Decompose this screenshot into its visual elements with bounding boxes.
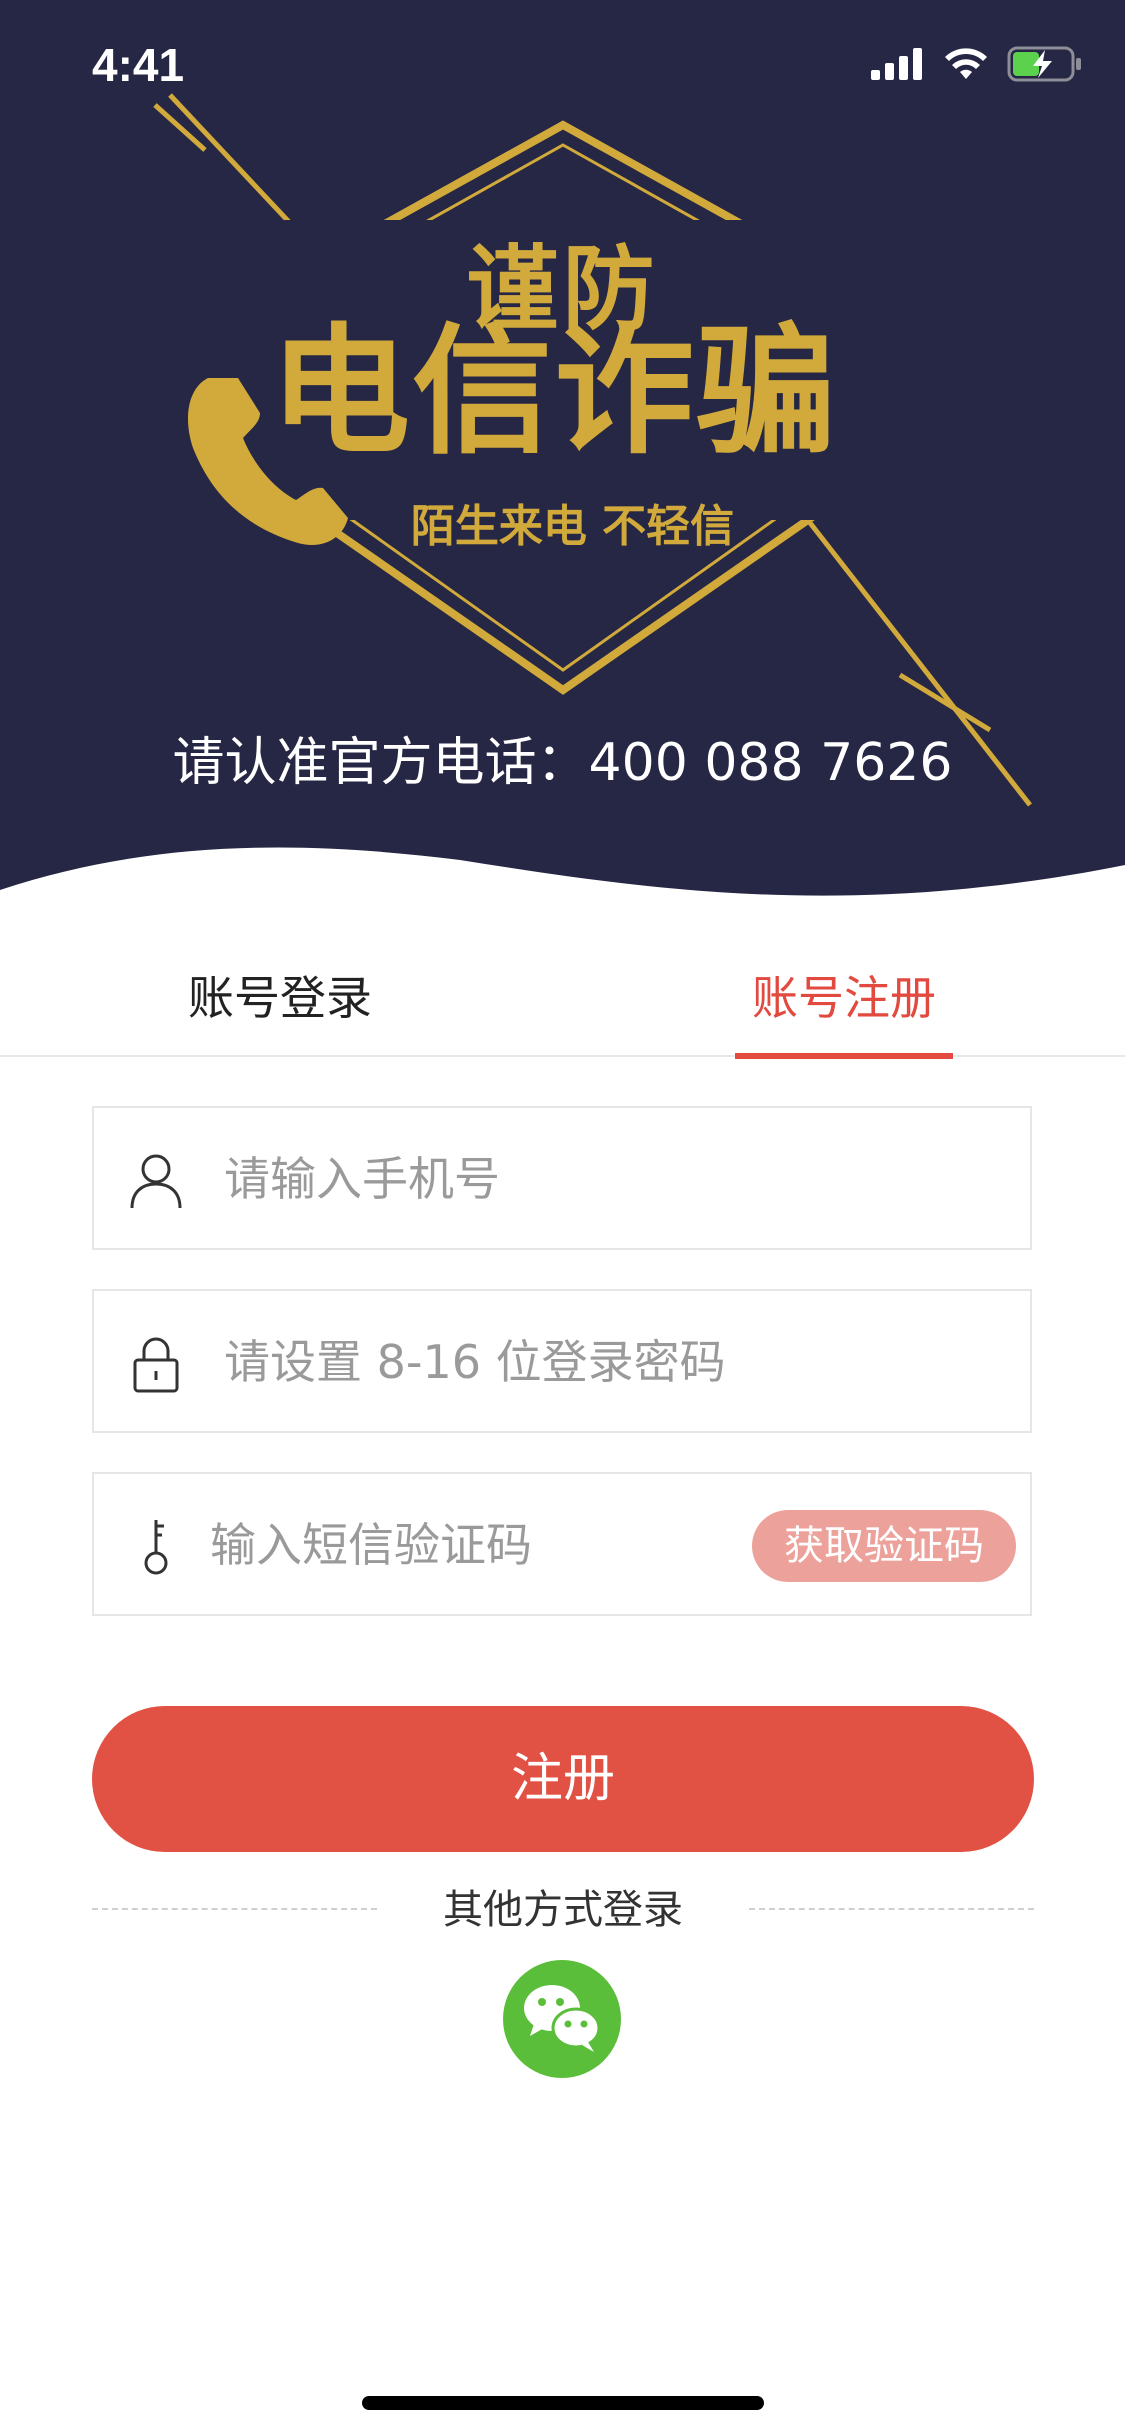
status-icons xyxy=(871,46,1083,82)
poster-tagline: 陌生来电 不轻信 xyxy=(410,501,735,552)
sms-code-field: 获取验证码 xyxy=(92,1472,1032,1616)
wechat-login-button[interactable] xyxy=(503,1960,621,2078)
password-field xyxy=(92,1289,1032,1433)
phone-input[interactable] xyxy=(222,1108,986,1250)
tab-register[interactable]: 账号注册 xyxy=(735,965,953,1059)
battery-charging-icon xyxy=(1007,46,1081,82)
home-indicator xyxy=(362,2396,764,2410)
key-icon xyxy=(144,1520,168,1575)
wechat-icon xyxy=(524,1985,601,2052)
cellular-signal-icon xyxy=(871,48,922,80)
lock-icon xyxy=(133,1337,179,1393)
official-hotline: 请认准官方电话：400 088 7626 xyxy=(172,733,953,793)
phone-field xyxy=(92,1106,1032,1250)
status-time: 4:41 xyxy=(92,39,185,91)
register-button[interactable]: 注册 xyxy=(92,1706,1034,1852)
password-input[interactable] xyxy=(222,1291,986,1433)
tab-login[interactable]: 账号登录 xyxy=(160,965,400,1053)
divider-line-right xyxy=(749,1908,1034,1910)
other-login-label: 其他方式登录 xyxy=(443,1887,683,1933)
auth-tabs: 账号登录 账号注册 xyxy=(0,935,1125,1059)
banner-wave xyxy=(0,847,1125,950)
anti-fraud-poster: 谨防 电信诈骗 陌生来电 不轻信 请认准官方电话：400 088 7626 xyxy=(0,90,1125,810)
poster-title-big: 电信诈骗 xyxy=(270,311,839,474)
other-login-divider: 其他方式登录 xyxy=(92,1880,1034,1940)
get-sms-code-button[interactable]: 获取验证码 xyxy=(752,1510,1016,1582)
user-icon xyxy=(130,1154,182,1209)
sms-code-input[interactable] xyxy=(208,1474,732,1616)
promo-banner: 4:41 谨防 电信诈骗 陌生来电 不轻信 请认准官方电话：400 088 76… xyxy=(0,0,1125,950)
wifi-icon xyxy=(945,48,987,79)
